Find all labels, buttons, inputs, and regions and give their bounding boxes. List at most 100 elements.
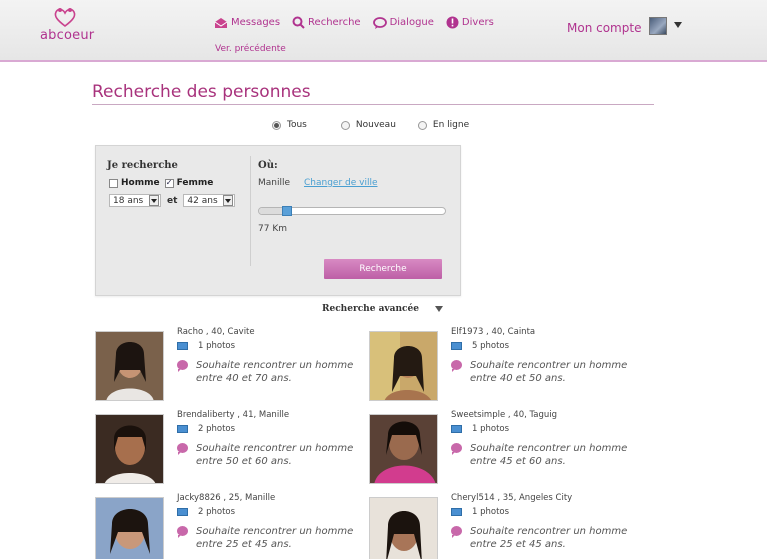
- profile-meta[interactable]: Cheryl514 , 35, Angeles City: [451, 493, 572, 503]
- filter-radios: Tous Nouveau En ligne: [272, 120, 491, 130]
- photo-count: 1 photos: [451, 424, 509, 434]
- wish-text: Souhaite rencontrer un homme entre 40 et…: [196, 360, 354, 384]
- woman-label: Femme: [176, 178, 214, 188]
- heart-logo-icon: [54, 8, 76, 28]
- chat-bubble-icon: [451, 526, 462, 538]
- page-title: Recherche des personnes: [92, 82, 311, 102]
- radio-dot: [340, 120, 350, 130]
- wish-text: Souhaite rencontrer un homme entre 45 et…: [470, 443, 628, 467]
- chevron-down-icon: [149, 195, 159, 206]
- title-divider: [92, 104, 654, 105]
- profile-meta[interactable]: Racho , 40, Cavite: [177, 327, 255, 337]
- nav-dialogue[interactable]: Dialogue: [372, 16, 434, 29]
- page-root: abcoeur Messages Recherche Dialogue Dive…: [0, 0, 767, 559]
- nav-dialogue-label: Dialogue: [389, 17, 434, 28]
- photo-count: 5 photos: [451, 341, 509, 351]
- photo-count-label: 1 photos: [198, 341, 236, 351]
- chat-bubble-icon: [451, 443, 462, 455]
- nav-search[interactable]: Recherche: [292, 16, 361, 29]
- search-panel: Je recherche Homme ✓ Femme 18 ans et 42 …: [95, 145, 461, 296]
- profile-meta[interactable]: Elf1973 , 40, Cainta: [451, 327, 535, 337]
- photo-count-label: 1 photos: [472, 424, 510, 434]
- chat-bubble-icon: [451, 360, 462, 372]
- nav-divers[interactable]: Divers: [446, 16, 494, 29]
- logo-text: abcoeur: [40, 28, 95, 43]
- where-label: Où:: [258, 160, 278, 171]
- and-label: et: [167, 195, 178, 206]
- profile-wish: Souhaite rencontrer un homme entre 25 et…: [451, 525, 640, 551]
- wish-text: Souhaite rencontrer un homme entre 40 et…: [470, 360, 628, 384]
- age-min-select[interactable]: 18 ans: [109, 194, 161, 207]
- search-button[interactable]: Recherche: [324, 259, 442, 279]
- radio-tous[interactable]: Tous: [272, 120, 307, 130]
- photo-icon: [451, 342, 462, 350]
- profile-card[interactable]: Jacky8826 , 25, Manille 2 photos Souhait…: [95, 493, 365, 559]
- chat-bubble-icon: [177, 443, 188, 455]
- profile-card[interactable]: Sweetsimple , 40, Taguig 1 photos Souhai…: [369, 410, 639, 486]
- profile-wish: Souhaite rencontrer un homme entre 45 et…: [451, 442, 640, 468]
- profile-card[interactable]: Racho , 40, Cavite 1 photos Souhaite ren…: [95, 327, 365, 403]
- man-checkbox[interactable]: [109, 178, 118, 188]
- envelope-icon: [214, 17, 228, 29]
- top-header: abcoeur Messages Recherche Dialogue Dive…: [0, 0, 767, 62]
- photo-count: 1 photos: [177, 341, 235, 351]
- profile-photo[interactable]: [95, 414, 164, 484]
- info-icon: [446, 16, 459, 29]
- logo[interactable]: abcoeur: [40, 6, 96, 44]
- advanced-search-toggle[interactable]: Recherche avancée: [322, 304, 443, 314]
- photo-icon: [177, 425, 188, 433]
- photo-count-label: 5 photos: [472, 341, 510, 351]
- main-nav: Messages Recherche Dialogue Divers: [214, 16, 506, 29]
- man-label: Homme: [121, 178, 160, 188]
- radio-label: En ligne: [432, 120, 470, 130]
- profile-wish: Souhaite rencontrer un homme entre 40 et…: [177, 359, 366, 385]
- radio-label: Tous: [287, 120, 307, 130]
- profile-meta[interactable]: Brendaliberty , 41, Manille: [177, 410, 289, 420]
- profile-card[interactable]: Elf1973 , 40, Cainta 5 photos Souhaite r…: [369, 327, 639, 403]
- photo-icon: [451, 425, 462, 433]
- profile-photo[interactable]: [369, 497, 438, 559]
- chevron-down-icon[interactable]: [674, 22, 682, 28]
- my-account-link[interactable]: Mon compte: [567, 21, 641, 35]
- profile-photo[interactable]: [95, 331, 164, 401]
- wish-text: Souhaite rencontrer un homme entre 50 et…: [196, 443, 354, 467]
- nav-search-label: Recherche: [308, 17, 361, 28]
- change-city-link[interactable]: Changer de ville: [304, 178, 378, 188]
- age-max-select[interactable]: 42 ans: [183, 194, 236, 207]
- search-icon: [292, 16, 305, 29]
- chat-bubble-icon: [372, 16, 387, 29]
- wish-text: Souhaite rencontrer un homme entre 25 et…: [196, 526, 354, 550]
- profile-photo[interactable]: [369, 331, 438, 401]
- chevron-down-icon: [434, 306, 443, 312]
- wish-text: Souhaite rencontrer un homme entre 25 et…: [470, 526, 628, 550]
- profile-card[interactable]: Brendaliberty , 41, Manille 2 photos Sou…: [95, 410, 365, 486]
- radio-en-ligne[interactable]: En ligne: [417, 120, 470, 130]
- advanced-search-label: Recherche avancée: [322, 304, 419, 314]
- profile-meta[interactable]: Sweetsimple , 40, Taguig: [451, 410, 557, 420]
- radio-nouveau[interactable]: Nouveau: [340, 120, 396, 130]
- photo-icon: [177, 342, 188, 350]
- photo-count: 2 photos: [177, 507, 235, 517]
- radio-dot: [417, 120, 427, 130]
- profile-meta[interactable]: Jacky8826 , 25, Manille: [177, 493, 275, 503]
- photo-count-label: 1 photos: [472, 507, 510, 517]
- chevron-down-icon: [223, 195, 234, 206]
- city-value: Manille: [258, 178, 291, 188]
- woman-checkbox[interactable]: ✓: [164, 178, 174, 188]
- panel-divider: [250, 156, 251, 266]
- radio-label: Nouveau: [355, 120, 396, 130]
- age-range: 18 ans et 42 ans: [109, 194, 236, 207]
- chat-bubble-icon: [177, 360, 188, 372]
- distance-slider-thumb[interactable]: [282, 206, 292, 216]
- nav-messages[interactable]: Messages: [214, 17, 280, 29]
- nav-messages-label: Messages: [231, 17, 281, 28]
- previous-version-link[interactable]: Ver. précédente: [215, 44, 286, 54]
- profile-card[interactable]: Cheryl514 , 35, Angeles City 1 photos So…: [369, 493, 639, 559]
- profile-wish: Souhaite rencontrer un homme entre 25 et…: [177, 525, 366, 551]
- looking-for-label: Je recherche: [107, 160, 178, 171]
- profile-photo[interactable]: [369, 414, 438, 484]
- distance-slider[interactable]: [258, 206, 446, 216]
- photo-count-label: 2 photos: [198, 507, 236, 517]
- profile-photo[interactable]: [95, 497, 164, 559]
- account-avatar[interactable]: [649, 17, 667, 35]
